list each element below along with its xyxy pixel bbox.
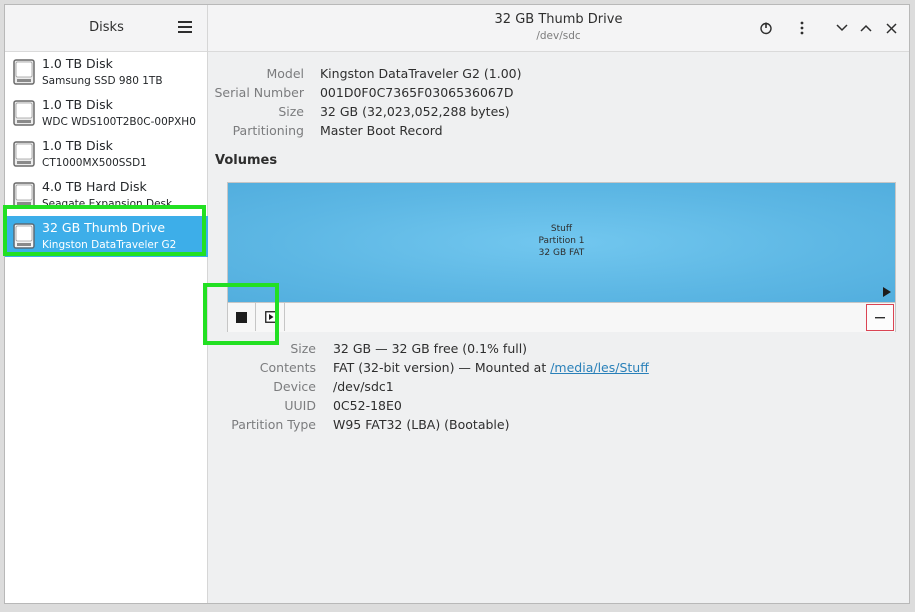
disk-item-wdc[interactable]: 1.0 TB Disk WDC WDS100T2B0C-00PXH0 xyxy=(5,93,208,134)
serial-label: Serial Number xyxy=(214,85,304,100)
disk-list: 1.0 TB Disk Samsung SSD 980 1TB 1.0 TB D… xyxy=(5,52,208,257)
disk-model: CT1000MX500SSD1 xyxy=(42,157,147,169)
play-arrow-icon xyxy=(883,287,891,297)
device-value: /dev/sdc1 xyxy=(332,379,394,394)
vol-size-value: 32 GB — 32 GB free (0.1% full) xyxy=(332,341,528,356)
disk-model: Seagate Expansion Desk xyxy=(42,198,173,210)
device-row: Device /dev/sdc1 xyxy=(208,379,394,394)
disk-name: 1.0 TB Disk xyxy=(42,97,113,112)
chevron-down-icon[interactable] xyxy=(832,18,852,38)
contents-label: Contents xyxy=(259,360,316,375)
model-value: Kingston DataTraveler G2 (1.00) xyxy=(319,66,522,81)
contents-row: Contents FAT (32-bit version) — Mounted … xyxy=(208,360,649,375)
vol-size-row: Size 32 GB — 32 GB free (0.1% full) xyxy=(208,341,527,356)
uuid-label: UUID xyxy=(284,398,316,413)
disk-item-thumb-drive[interactable]: 32 GB Thumb Drive Kingston DataTraveler … xyxy=(5,216,208,257)
close-icon[interactable] xyxy=(881,18,901,38)
sidebar-header: Disks xyxy=(5,5,207,52)
disk-item-seagate[interactable]: 4.0 TB Hard Disk Seagate Expansion Desk xyxy=(5,175,208,216)
serial-value: 001D0F0C7365F0306536067D xyxy=(319,85,514,100)
disk-item-samsung[interactable]: 1.0 TB Disk Samsung SSD 980 1TB xyxy=(5,52,208,93)
disk-name: 1.0 TB Disk xyxy=(42,138,113,153)
mount-point-link[interactable]: /media/les/Stuff xyxy=(550,360,649,375)
disk-item-crucial[interactable]: 1.0 TB Disk CT1000MX500SSD1 xyxy=(5,134,208,175)
disk-drive-icon xyxy=(13,59,35,85)
disk-name: 4.0 TB Hard Disk xyxy=(42,179,147,194)
disk-drive-icon xyxy=(13,100,35,126)
volume-map: Stuff Partition 1 32 GB FAT xyxy=(227,182,896,332)
partition-name: Stuff xyxy=(550,224,573,234)
size-row: Size 32 GB (32,023,052,288 bytes) xyxy=(208,104,510,119)
uuid-value: 0C52-18E0 xyxy=(332,398,402,413)
partition-number: Partition 1 xyxy=(538,236,585,246)
stop-button[interactable] xyxy=(228,303,256,331)
disk-model: Samsung SSD 980 1TB xyxy=(42,75,163,87)
partitioning-row: Partitioning Master Boot Record xyxy=(208,123,443,138)
main-header: 32 GB Thumb Drive /dev/sdc xyxy=(208,5,909,52)
partition-type-label: Partition Type xyxy=(231,417,316,432)
power-icon[interactable] xyxy=(756,18,776,38)
delete-partition-button[interactable] xyxy=(866,304,894,331)
disk-drive-icon xyxy=(13,141,35,167)
size-value: 32 GB (32,023,052,288 bytes) xyxy=(319,104,510,119)
chevron-up-icon[interactable] xyxy=(856,18,876,38)
volume-toolbar xyxy=(228,302,895,332)
serial-row: Serial Number 001D0F0C7365F0306536067D xyxy=(208,85,513,100)
usb-drive-icon xyxy=(13,223,35,249)
partition-options-button[interactable] xyxy=(257,303,285,331)
sidebar: Disks 1.0 TB Disk Samsung SSD 980 1TB 1.… xyxy=(5,5,208,603)
disk-drive-icon xyxy=(13,182,35,208)
partitioning-label: Partitioning xyxy=(232,123,304,138)
minus-icon xyxy=(875,316,885,318)
more-options-icon[interactable] xyxy=(792,18,812,38)
size-label: Size xyxy=(278,104,304,119)
model-row: Model Kingston DataTraveler G2 (1.00) xyxy=(208,66,521,81)
model-label: Model xyxy=(266,66,304,81)
disk-model: Kingston DataTraveler G2 xyxy=(42,239,177,251)
disk-model: WDC WDS100T2B0C-00PXH0 xyxy=(42,116,196,128)
contents-text: FAT (32-bit version) — Mounted at xyxy=(332,360,551,375)
partition-desc: 32 GB FAT xyxy=(538,248,585,258)
contents-value: FAT (32-bit version) — Mounted at /media… xyxy=(333,360,649,375)
partition-type-value: W95 FAT32 (LBA) (Bootable) xyxy=(332,417,510,432)
disk-name: 1.0 TB Disk xyxy=(42,56,113,71)
main-pane: 32 GB Thumb Drive /dev/sdc Model Kingsto… xyxy=(208,5,909,603)
partition-options-icon xyxy=(264,311,277,323)
partition-block[interactable]: Stuff Partition 1 32 GB FAT xyxy=(228,183,895,302)
volumes-heading: Volumes xyxy=(215,153,278,168)
vol-size-label: Size xyxy=(290,341,316,356)
uuid-row: UUID 0C52-18E0 xyxy=(208,398,402,413)
partition-type-row: Partition Type W95 FAT32 (LBA) (Bootable… xyxy=(208,417,509,432)
disk-name: 32 GB Thumb Drive xyxy=(42,220,166,235)
device-label: Device xyxy=(273,379,316,394)
hamburger-menu-icon[interactable] xyxy=(178,21,192,33)
partitioning-value: Master Boot Record xyxy=(319,123,443,138)
stop-icon xyxy=(236,311,247,323)
disks-window: Disks 1.0 TB Disk Samsung SSD 980 1TB 1.… xyxy=(4,4,910,604)
